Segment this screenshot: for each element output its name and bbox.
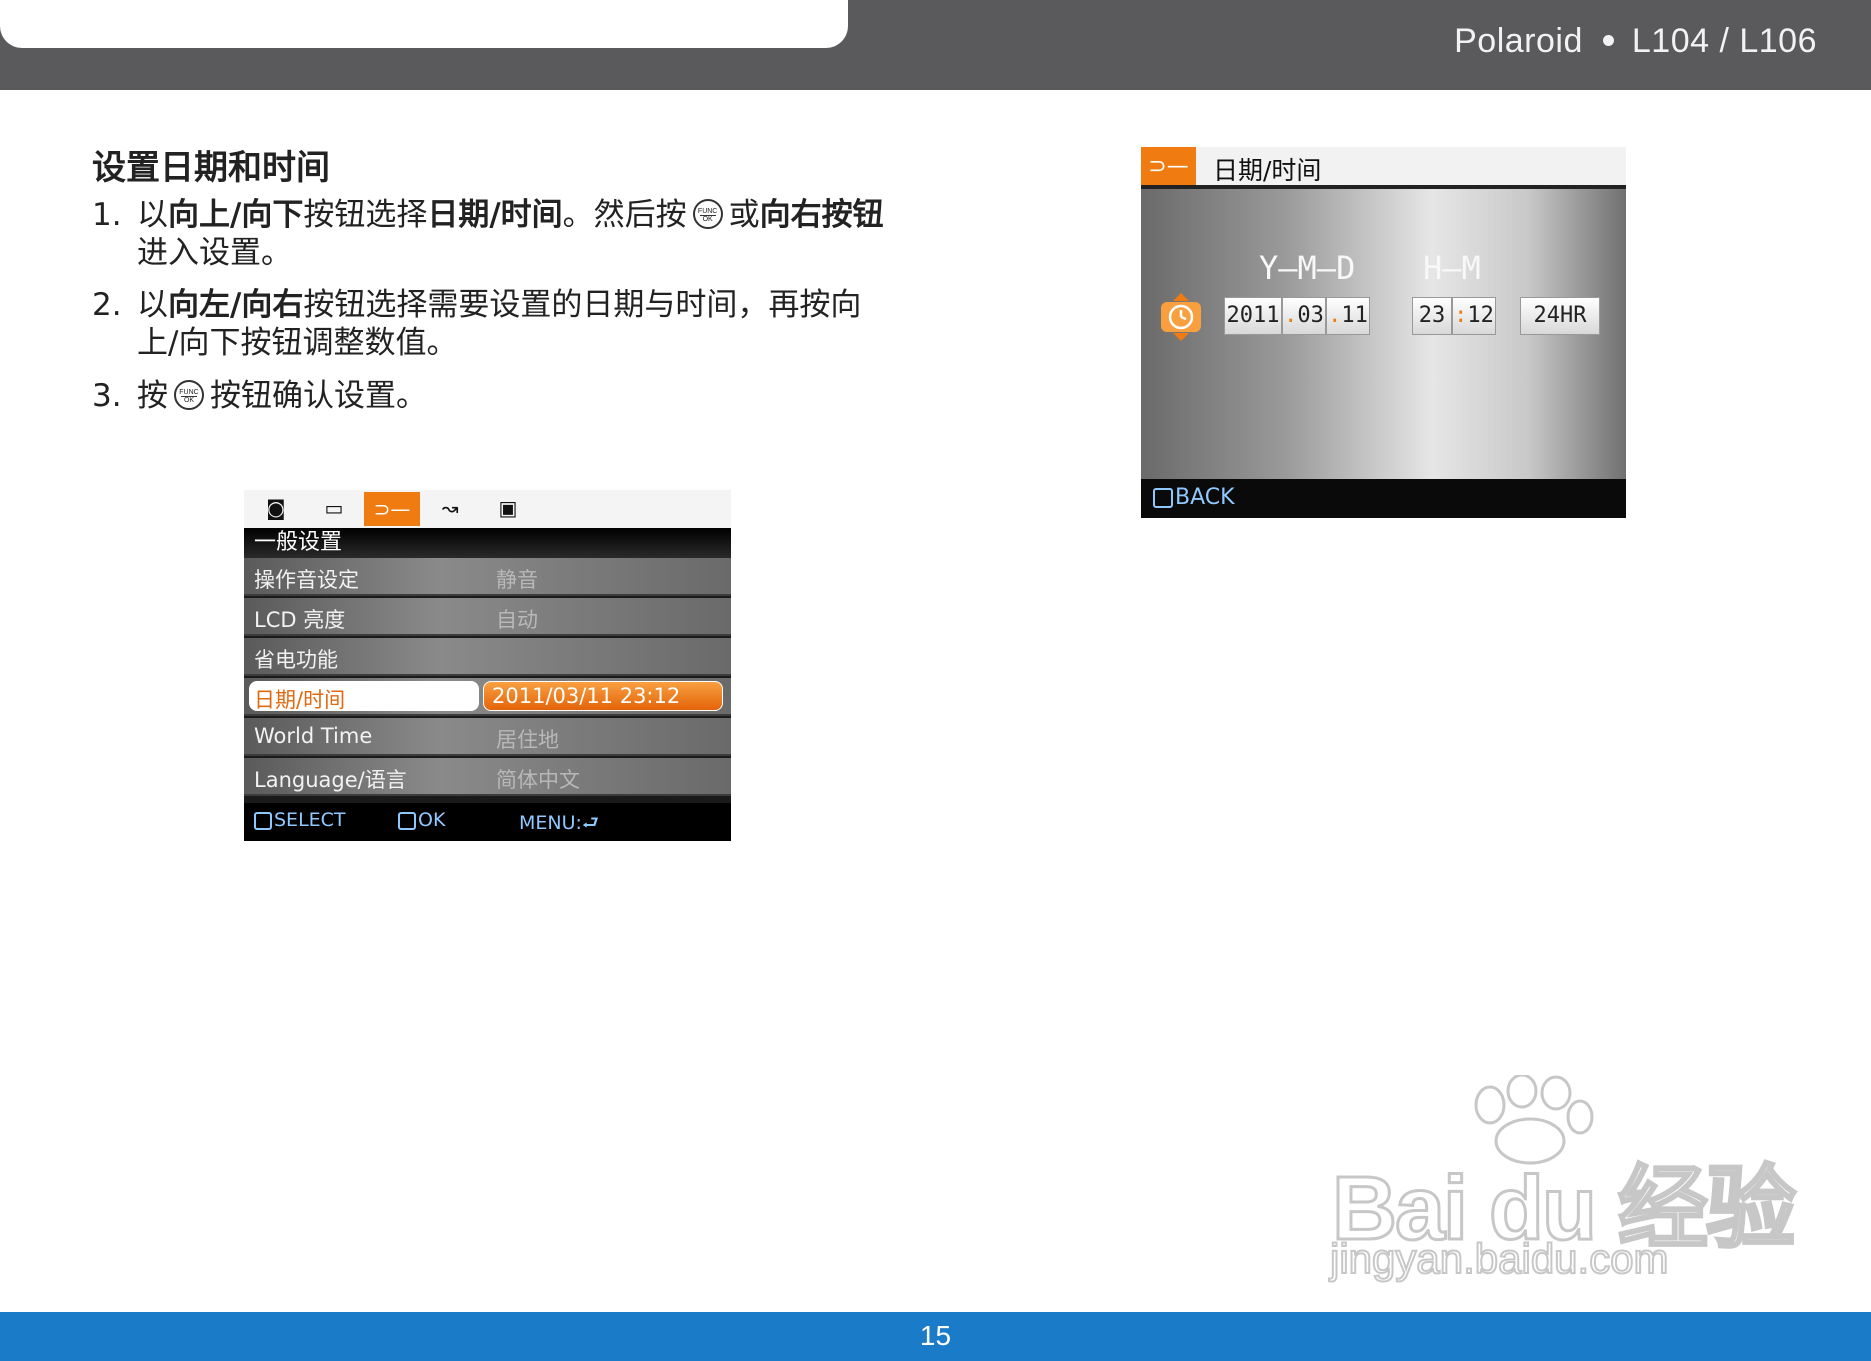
time-format-field[interactable]: 24HR <box>1520 297 1600 335</box>
print-icon: ▣ <box>498 496 518 520</box>
func-ok-icon: FUNC OK <box>692 199 723 229</box>
hour-field[interactable]: 23 <box>1412 297 1452 335</box>
menu-row-label: 省电功能 <box>254 648 338 672</box>
ok-hint-label: OK <box>418 809 446 831</box>
watermark-url: jingyan.baidu.com <box>1329 1234 1670 1283</box>
ok-hint: OK <box>398 809 445 831</box>
step-2: 2. 以向左/向右按钮选择需要设置的日期与时间，再按向上/向下按钮调整数值。 <box>92 286 872 362</box>
step-number: 1. <box>92 197 122 233</box>
page-header: Polaroid L104 / L106 <box>0 0 1871 90</box>
date-screen-header: ⊃— 日期/时间 <box>1141 147 1626 189</box>
step-text-part: 按 <box>137 378 168 414</box>
page-number: 15 <box>919 1320 952 1351</box>
menu-row-value: 自动 <box>496 608 538 632</box>
step-text-part: 按钮确认设置。 <box>210 378 427 414</box>
back-hint-label: BACK <box>1175 485 1235 510</box>
baidu-watermark: Bai du 经验 jingyan.baidu.com <box>1320 1075 1798 1295</box>
menu-row: 省电功能 <box>244 638 731 676</box>
menu-row-value: 静音 <box>496 568 538 592</box>
ok-button-icon <box>398 811 416 830</box>
day-value: 11 <box>1341 303 1368 328</box>
date-screen-body: Y—M—D H—M 2011 .03 .11 23 :12 24HR <box>1141 189 1626 479</box>
step-text-bold: 向上/向下 <box>168 197 304 233</box>
header-tab <box>0 0 848 48</box>
back-arrow-icon <box>1153 488 1173 508</box>
ymd-label: Y—M—D <box>1259 249 1356 287</box>
brand-name: Polaroid <box>1454 22 1583 60</box>
movie-icon: ▭ <box>324 496 344 520</box>
menu-row-value: 简体中文 <box>496 768 580 792</box>
setup-wrench-icon: ⊃— <box>1141 147 1196 185</box>
setup-wrench-icon: ⊃— <box>364 492 420 526</box>
transfer-icon: ↝ <box>441 496 459 520</box>
step-text-part: 或 <box>728 197 760 233</box>
menu-row-label: Language/语言 <box>254 768 407 792</box>
dpad-icon <box>254 811 272 830</box>
menu-row-selected: 日期/时间 2011/03/11 23:12 <box>244 678 731 716</box>
camera-icon: ◙ <box>266 496 286 520</box>
step-text-bold: 日期/时间 <box>427 197 563 233</box>
menu-row-label: 操作音设定 <box>254 568 359 592</box>
step-number: 2. <box>92 287 122 323</box>
step-text-part: 以 <box>137 197 168 233</box>
select-hint: SELECT <box>254 809 346 831</box>
minute-field[interactable]: :12 <box>1452 297 1496 335</box>
brand-line: Polaroid L104 / L106 <box>1454 22 1817 61</box>
step-text-part: 以 <box>137 287 168 323</box>
menu-row: 操作音设定 静音 <box>244 558 731 596</box>
bullet-icon <box>1602 35 1614 47</box>
date-time-screenshot: ⊃— 日期/时间 Y—M—D H—M 2011 .03 .11 23 :12 2… <box>1141 147 1626 518</box>
menu-tab-bar: ◙ ▭ ⊃— ↝ ▣ <box>244 490 731 528</box>
menu-row: World Time 居住地 <box>244 718 731 756</box>
minute-value: 12 <box>1467 303 1494 328</box>
step-1: 1. 以向上/向下按钮选择日期/时间。然后按 FUNC OK 或向右按钮进入设置。 <box>92 196 912 272</box>
menu-row-value: 2011/03/11 23:12 <box>492 684 681 708</box>
date-screen-hint-bar: BACK <box>1141 479 1626 518</box>
month-field[interactable]: .03 <box>1282 297 1326 335</box>
menu-row: Language/语言 简体中文 <box>244 758 731 796</box>
step-text: 以向左/向右按钮选择需要设置的日期与时间，再按向上/向下按钮调整数值。 <box>137 286 872 362</box>
back-hint: BACK <box>1153 485 1235 510</box>
step-text-bold: 向左/向右 <box>168 287 304 323</box>
step-text-part: 进入设置。 <box>137 235 292 271</box>
menu-heading: 一般设置 <box>244 528 731 558</box>
menu-row: LCD 亮度 自动 <box>244 598 731 636</box>
section-title: 设置日期和时间 <box>92 148 330 188</box>
day-field[interactable]: .11 <box>1326 297 1370 335</box>
return-icon: ⮐ <box>581 812 600 834</box>
hm-label: H—M <box>1423 249 1481 287</box>
camera-menu-screenshot: ◙ ▭ ⊃— ↝ ▣ 一般设置 操作音设定 静音 LCD 亮度 自动 省电功能 … <box>244 490 731 841</box>
menu-row-value: 居住地 <box>496 728 559 752</box>
step-text: 按 FUNC OK 按钮确认设置。 <box>137 377 912 415</box>
select-hint-label: SELECT <box>274 809 346 831</box>
year-field[interactable]: 2011 <box>1224 297 1282 335</box>
step-number: 3. <box>92 378 122 414</box>
menu-row-label: 日期/时间 <box>254 688 346 712</box>
menu-row-label: World Time <box>254 724 373 748</box>
clock-icon <box>1161 293 1201 341</box>
func-ok-icon: FUNC OK <box>174 380 204 410</box>
step-text-part: 。然后按 <box>562 197 687 233</box>
model-name: L104 / L106 <box>1631 22 1817 60</box>
menu-hint-bar: SELECT OK MENU:⮐ <box>244 803 731 841</box>
step-text-part: 按钮选择 <box>303 197 428 233</box>
menu-hint-label: MENU: <box>519 812 582 834</box>
menu-hint: MENU:⮐ <box>519 809 599 841</box>
date-screen-title: 日期/时间 <box>1213 156 1322 185</box>
step-text: 以向上/向下按钮选择日期/时间。然后按 FUNC OK 或向右按钮进入设置。 <box>137 196 912 272</box>
step-3: 3. 按 FUNC OK 按钮确认设置。 <box>92 377 912 415</box>
page-footer: 15 <box>0 1312 1871 1361</box>
step-text-bold: 向右按钮 <box>759 197 884 233</box>
month-value: 03 <box>1297 303 1324 328</box>
menu-row-label: LCD 亮度 <box>254 608 346 632</box>
